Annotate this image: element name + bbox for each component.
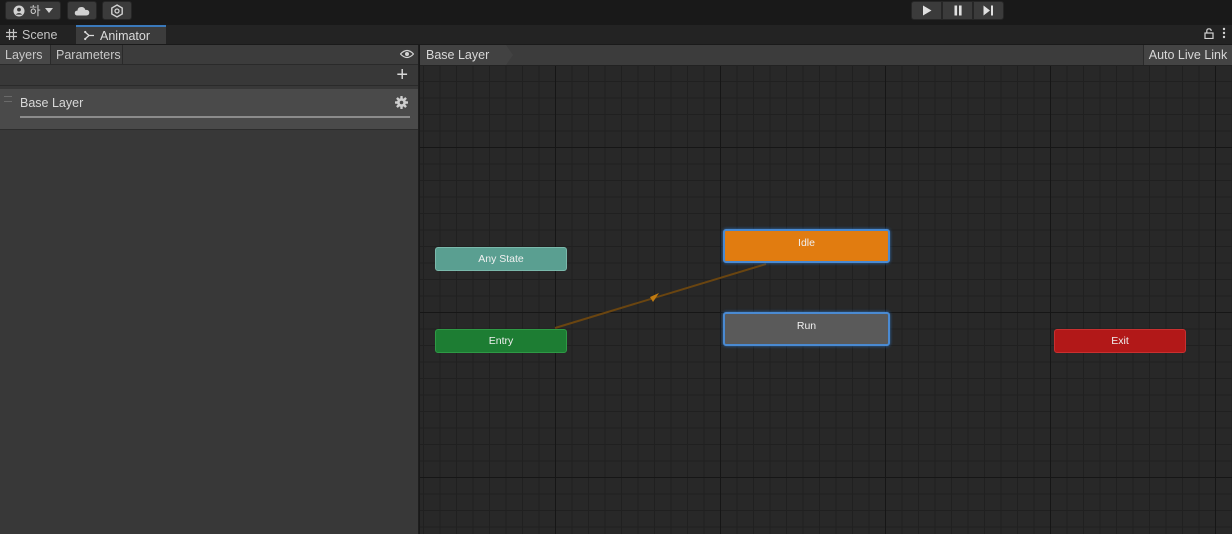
state-any-state[interactable]: Any State	[435, 247, 567, 271]
collab-icon	[111, 3, 123, 18]
tab-animator[interactable]: Animator	[76, 25, 166, 44]
drag-handle-icon[interactable]	[4, 96, 12, 102]
state-exit[interactable]: Exit	[1054, 329, 1186, 353]
state-run[interactable]: Run	[723, 312, 890, 346]
layers-panel-header: Layers Parameters	[0, 45, 418, 65]
breadcrumb-arrow-icon	[506, 45, 513, 65]
layer-item[interactable]: Base Layer	[0, 89, 418, 130]
pause-icon	[954, 5, 962, 16]
cloud-icon	[74, 7, 90, 16]
account-label: 하	[29, 4, 41, 18]
graph-header: Base Layer Auto Live Link	[420, 45, 1232, 66]
eye-icon[interactable]	[400, 49, 414, 59]
state-idle[interactable]: Idle	[723, 229, 890, 263]
play-icon	[922, 5, 931, 16]
grid-icon	[6, 29, 17, 40]
lock-icon[interactable]	[1204, 27, 1214, 39]
step-button[interactable]	[973, 1, 1004, 20]
layers-toolbar: +	[0, 65, 418, 86]
account-dropdown[interactable]: 하	[5, 1, 61, 20]
tab-scene[interactable]: Scene	[0, 25, 74, 44]
layer-weight-bar	[20, 116, 410, 118]
cloud-button[interactable]	[67, 1, 97, 20]
tab-animator-label: Animator	[100, 28, 151, 43]
animator-icon	[84, 30, 94, 41]
dropdown-icon	[44, 7, 53, 13]
more-options-icon[interactable]	[1222, 27, 1226, 39]
auto-live-link-button[interactable]: Auto Live Link	[1143, 45, 1232, 65]
transition-arrow-icon	[650, 293, 659, 302]
main-toolbar: 하	[0, 0, 1232, 24]
collab-button[interactable]	[102, 1, 132, 20]
transition-entry-to-idle[interactable]	[420, 66, 1232, 534]
layers-panel: Layers Parameters + Base Layer	[0, 45, 419, 534]
playmode-controls	[911, 1, 1005, 20]
breadcrumb[interactable]: Base Layer	[420, 45, 506, 65]
tab-tools	[1204, 27, 1226, 39]
gear-icon[interactable]	[395, 96, 408, 109]
tab-parameters[interactable]: Parameters	[51, 45, 123, 64]
editor-tab-bar: Scene Animator	[0, 25, 1232, 45]
play-button[interactable]	[911, 1, 942, 20]
tab-layers[interactable]: Layers	[0, 45, 51, 64]
account-icon	[13, 5, 25, 16]
layer-name: Base Layer	[20, 96, 84, 110]
pause-button[interactable]	[942, 1, 973, 20]
tab-scene-label: Scene	[22, 27, 58, 42]
step-icon	[983, 5, 993, 16]
add-layer-button[interactable]: +	[396, 65, 408, 85]
state-entry[interactable]: Entry	[435, 329, 567, 353]
animator-graph[interactable]: Any State Entry Idle Run Exit	[420, 66, 1232, 534]
